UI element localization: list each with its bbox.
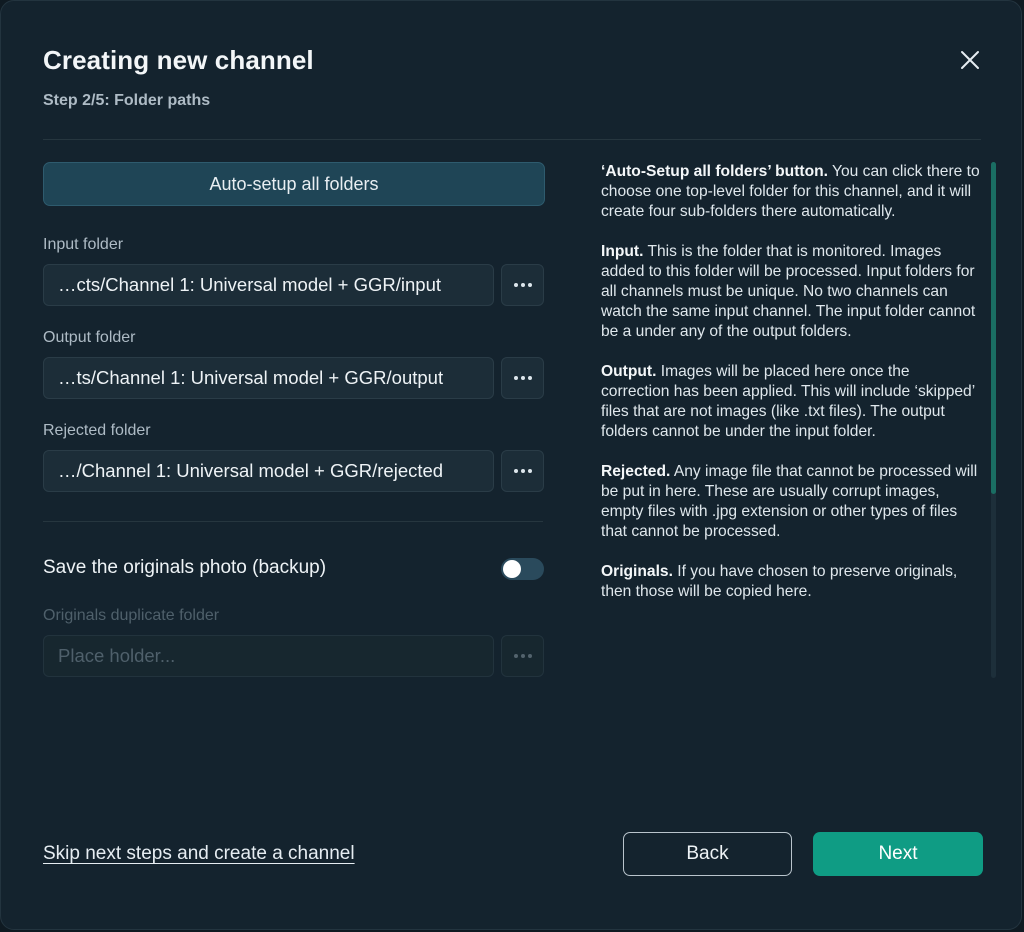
dot-icon <box>527 654 532 658</box>
help-rejected: Rejected. Any image file that cannot be … <box>601 462 981 542</box>
help-input-title: Input. <box>601 243 644 260</box>
originals-folder-label: Originals duplicate folder <box>43 607 220 624</box>
create-channel-dialog: Creating new channel Step 2/5: Folder pa… <box>0 0 1022 930</box>
skip-steps-link[interactable]: Skip next steps and create a channel <box>43 843 355 865</box>
help-panel: ‘Auto-Setup all folders’ button. You can… <box>601 162 981 678</box>
help-scrollbar[interactable] <box>991 162 996 678</box>
help-scrollbar-thumb[interactable] <box>991 162 996 494</box>
close-button[interactable] <box>955 45 985 75</box>
browse-input-button[interactable] <box>501 264 544 306</box>
dot-icon <box>513 376 518 380</box>
dot-icon <box>527 376 532 380</box>
dot-icon <box>527 283 532 287</box>
output-folder-field[interactable]: …ts/Channel 1: Universal model + GGR/out… <box>43 357 494 399</box>
header-divider <box>43 139 981 140</box>
help-originals: Originals. If you have chosen to preserv… <box>601 562 981 602</box>
browse-output-button[interactable] <box>501 357 544 399</box>
help-input: Input. This is the folder that is monito… <box>601 242 981 342</box>
next-button[interactable]: Next <box>813 832 983 876</box>
help-rejected-title: Rejected. <box>601 463 671 480</box>
input-folder-field[interactable]: …cts/Channel 1: Universal model + GGR/in… <box>43 264 494 306</box>
backup-toggle[interactable] <box>501 558 544 580</box>
backup-toggle-label: Save the originals photo (backup) <box>43 557 327 578</box>
toggle-knob <box>503 560 521 578</box>
dialog-title: Creating new channel <box>43 45 314 75</box>
dot-icon <box>520 376 525 380</box>
browse-rejected-button[interactable] <box>501 450 544 492</box>
auto-setup-button[interactable]: Auto-setup all folders <box>43 162 545 206</box>
close-icon <box>961 51 979 69</box>
help-auto-setup-title: ‘Auto-Setup all folders’ button. <box>601 163 828 180</box>
help-output-title: Output. <box>601 363 657 380</box>
back-button[interactable]: Back <box>623 832 792 876</box>
dot-icon <box>520 283 525 287</box>
rejected-folder-field[interactable]: …/Channel 1: Universal model + GGR/rejec… <box>43 450 494 492</box>
dot-icon <box>513 469 518 473</box>
help-auto-setup: ‘Auto-Setup all folders’ button. You can… <box>601 162 981 222</box>
step-indicator: Step 2/5: Folder paths <box>43 92 211 109</box>
dot-icon <box>520 654 525 658</box>
dot-icon <box>513 654 518 658</box>
section-divider <box>43 521 543 522</box>
rejected-folder-label: Rejected folder <box>43 422 151 439</box>
dot-icon <box>520 469 525 473</box>
dot-icon <box>513 283 518 287</box>
help-input-text: This is the folder that is monitored. Im… <box>601 243 976 340</box>
help-output-text: Images will be placed here once the corr… <box>601 363 975 440</box>
help-originals-title: Originals. <box>601 563 673 580</box>
originals-folder-field[interactable]: Place holder... <box>43 635 494 677</box>
browse-originals-button[interactable] <box>501 635 544 677</box>
output-folder-label: Output folder <box>43 329 136 346</box>
dot-icon <box>527 469 532 473</box>
help-output: Output. Images will be placed here once … <box>601 362 981 442</box>
input-folder-label: Input folder <box>43 236 124 253</box>
